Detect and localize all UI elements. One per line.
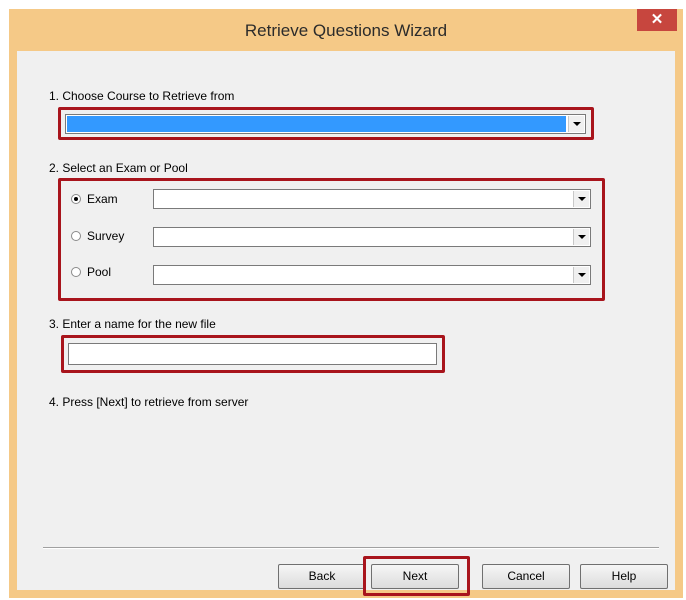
step1-label: 1. Choose Course to Retrieve from [49,89,235,103]
survey-selected-value [155,229,571,245]
footer-divider [43,547,659,549]
window-title: Retrieve Questions Wizard [244,21,448,40]
step3-label: 3. Enter a name for the new file [49,317,216,331]
step4-label: 4. Press [Next] to retrieve from server [49,395,249,409]
exam-selected-value [155,191,571,207]
filename-input[interactable] [68,343,437,365]
cancel-button[interactable]: Cancel [482,564,570,589]
pool-selected-value [155,267,571,283]
radio-exam-button[interactable] [71,194,81,204]
survey-dropdown[interactable] [153,227,591,247]
close-icon[interactable]: ✕ [637,9,677,31]
exam-dropdown[interactable] [153,189,591,209]
radio-survey-label: Survey [87,229,125,243]
back-button[interactable]: Back [278,564,366,589]
help-button[interactable]: Help [580,564,668,589]
next-button[interactable]: Next [371,564,459,589]
radio-pool-button[interactable] [71,267,81,277]
pool-dropdown[interactable] [153,265,591,285]
step2-label: 2. Select an Exam or Pool [49,161,188,175]
title-bar[interactable]: Retrieve Questions Wizard ✕ [9,9,683,51]
chevron-down-icon[interactable] [573,229,589,245]
wizard-window: Retrieve Questions Wizard ✕ 1. Choose Co… [9,9,683,598]
wizard-body: 1. Choose Course to Retrieve from 2. Sel… [17,51,675,596]
radio-survey-button[interactable] [71,231,81,241]
chevron-down-icon[interactable] [568,116,584,132]
chevron-down-icon[interactable] [573,191,589,207]
radio-pool-label: Pool [87,265,112,279]
course-selected-value [67,116,566,132]
course-dropdown[interactable] [65,114,586,134]
radio-exam-label: Exam [87,192,118,206]
chevron-down-icon[interactable] [573,267,589,283]
